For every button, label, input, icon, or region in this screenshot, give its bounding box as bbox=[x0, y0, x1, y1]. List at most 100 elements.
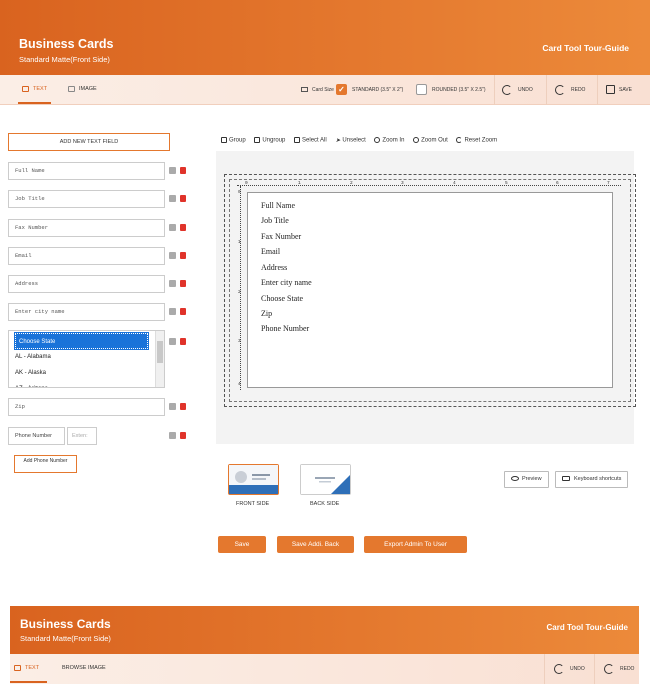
add-phone-number-button[interactable]: Add Phone Number bbox=[14, 455, 77, 473]
zoom-in-icon bbox=[374, 137, 381, 143]
field-toggle-icon[interactable] bbox=[169, 195, 176, 202]
address-field[interactable]: Address bbox=[8, 275, 165, 293]
secondary-header: Business Cards Standard Matte(Front Side… bbox=[10, 606, 639, 654]
secondary-subtitle: Standard Matte(Front Side) bbox=[20, 634, 111, 643]
field-toggle-icon[interactable] bbox=[169, 224, 176, 231]
eye-icon bbox=[511, 476, 519, 482]
card-text-email[interactable]: Email bbox=[261, 247, 280, 256]
rounded-size-option[interactable]: ROUNDED (3.5" X 2.5") bbox=[416, 75, 486, 105]
rounded-checkbox[interactable] bbox=[416, 84, 427, 96]
fax-number-field[interactable]: Fax Number bbox=[8, 219, 165, 237]
ruler-label: 0 bbox=[238, 190, 241, 195]
state-option[interactable]: AZ - Arizona bbox=[9, 381, 164, 387]
delete-icon[interactable] bbox=[180, 403, 186, 410]
state-option[interactable]: AK - Alaska bbox=[9, 365, 164, 381]
tab-image-label: IMAGE bbox=[79, 86, 97, 92]
state-scrollbar[interactable] bbox=[155, 331, 164, 387]
standard-size-option[interactable]: ✓ STANDARD (3.5" X 2") bbox=[336, 75, 403, 105]
delete-icon[interactable] bbox=[180, 167, 186, 174]
preview-label: Preview bbox=[522, 476, 542, 482]
card-text-phone[interactable]: Phone Number bbox=[261, 324, 309, 333]
scrollbar-thumb[interactable] bbox=[157, 341, 163, 363]
delete-icon[interactable] bbox=[180, 338, 186, 345]
preview-button[interactable]: Preview bbox=[504, 471, 549, 488]
redo-button[interactable]: REDO bbox=[555, 75, 585, 105]
phone-number-field[interactable]: Phone Number bbox=[8, 427, 65, 445]
back-side-thumbnail[interactable] bbox=[300, 464, 351, 495]
city-field[interactable]: Enter city name bbox=[8, 303, 165, 321]
card-text-address[interactable]: Address bbox=[261, 263, 287, 272]
field-toggle-icon[interactable] bbox=[169, 308, 176, 315]
front-side-thumbnail[interactable] bbox=[228, 464, 279, 495]
zoom-in-button[interactable]: Zoom In bbox=[374, 137, 404, 144]
zoom-out-button[interactable]: Zoom Out bbox=[413, 137, 448, 144]
standard-checkbox[interactable]: ✓ bbox=[336, 84, 347, 96]
state-select[interactable]: Choose State AL - Alabama AK - Alaska AZ… bbox=[8, 330, 165, 388]
export-admin-button[interactable]: Export Admin To User bbox=[364, 536, 467, 553]
undo-icon bbox=[502, 84, 512, 95]
delete-icon[interactable] bbox=[180, 432, 186, 439]
product-subtitle: Standard Matte(Front Side) bbox=[19, 55, 110, 64]
delete-icon[interactable] bbox=[180, 195, 186, 202]
zoom-out-label: Zoom Out bbox=[421, 137, 448, 144]
field-toggle-icon[interactable] bbox=[169, 338, 176, 345]
field-toggle-icon[interactable] bbox=[169, 280, 176, 287]
card-text-fax[interactable]: Fax Number bbox=[261, 232, 301, 241]
state-option[interactable]: Choose State bbox=[14, 332, 149, 350]
field-toggle-icon[interactable] bbox=[169, 167, 176, 174]
ruler-label: 4 bbox=[453, 181, 456, 186]
save-additional-back-button[interactable]: Save Addi. Back bbox=[277, 536, 354, 553]
delete-icon[interactable] bbox=[180, 280, 186, 287]
card-size-text: Card Size bbox=[312, 87, 334, 93]
front-card-preview-icon bbox=[229, 465, 278, 494]
ungroup-button[interactable]: Ungroup bbox=[254, 137, 285, 144]
phone-extension-field[interactable]: Exten: bbox=[67, 427, 97, 445]
canvas-toolbar: Group Ungroup Select All ➤ Unselect Zoom … bbox=[221, 137, 504, 149]
ruler-label: 1 bbox=[298, 181, 301, 186]
tab-image[interactable]: IMAGE bbox=[68, 75, 97, 104]
full-name-field[interactable]: Full Name bbox=[8, 162, 165, 180]
back-side-label: BACK SIDE bbox=[310, 501, 340, 507]
reset-zoom-button[interactable]: Reset Zoom bbox=[456, 137, 497, 144]
email-field[interactable]: Email bbox=[8, 247, 165, 265]
zip-field[interactable]: Zip bbox=[8, 398, 165, 416]
field-toggle-icon[interactable] bbox=[169, 252, 176, 259]
reset-icon bbox=[456, 137, 463, 143]
secondary-undo-button[interactable]: UNDO bbox=[554, 654, 585, 684]
card-text-zip[interactable]: Zip bbox=[261, 309, 272, 318]
ruler-label: 2 bbox=[238, 290, 241, 295]
delete-icon[interactable] bbox=[180, 252, 186, 259]
standard-label: STANDARD (3.5" X 2") bbox=[352, 87, 404, 93]
secondary-tour-guide-link[interactable]: Card Tool Tour-Guide bbox=[547, 623, 628, 632]
group-button[interactable]: Group bbox=[221, 137, 246, 144]
left-ruler bbox=[237, 186, 241, 390]
tab-text[interactable]: TEXT bbox=[18, 75, 52, 104]
keyboard-shortcuts-button[interactable]: Keyboard shortcuts bbox=[555, 471, 629, 488]
secondary-tab-text[interactable]: TEXT bbox=[10, 654, 48, 683]
job-title-field[interactable]: Job Title bbox=[8, 190, 165, 208]
select-all-button[interactable]: Select All bbox=[294, 137, 327, 144]
tour-guide-link[interactable]: Card Tool Tour-Guide bbox=[542, 43, 629, 53]
ruler-label: 5 bbox=[505, 181, 508, 186]
card-text-state[interactable]: Choose State bbox=[261, 294, 303, 303]
state-option[interactable]: AL - Alabama bbox=[9, 349, 164, 365]
delete-icon[interactable] bbox=[180, 308, 186, 315]
reset-zoom-label: Reset Zoom bbox=[464, 137, 498, 144]
undo-label: UNDO bbox=[518, 87, 533, 93]
card-text-full-name[interactable]: Full Name bbox=[261, 201, 295, 210]
rounded-label: ROUNDED (3.5" X 2.5") bbox=[432, 87, 486, 93]
delete-icon[interactable] bbox=[180, 224, 186, 231]
add-text-field-button[interactable]: ADD NEW TEXT FIELD bbox=[8, 133, 170, 151]
secondary-redo-button[interactable]: REDO bbox=[604, 654, 634, 684]
card-text-job-title[interactable]: Job Title bbox=[261, 216, 289, 225]
save-toolbar-button[interactable]: SAVE bbox=[606, 75, 632, 105]
undo-button[interactable]: UNDO bbox=[502, 75, 533, 105]
field-toggle-icon[interactable] bbox=[169, 432, 176, 439]
card-text-city[interactable]: Enter city name bbox=[261, 278, 312, 287]
unselect-button[interactable]: ➤ Unselect bbox=[335, 137, 365, 144]
save-button[interactable]: Save bbox=[218, 536, 266, 553]
field-toggle-icon[interactable] bbox=[169, 403, 176, 410]
group-label: Group bbox=[229, 137, 246, 144]
card-safe-area[interactable] bbox=[247, 192, 613, 388]
browse-image-tab[interactable]: BROWSE IMAGE bbox=[62, 654, 106, 683]
